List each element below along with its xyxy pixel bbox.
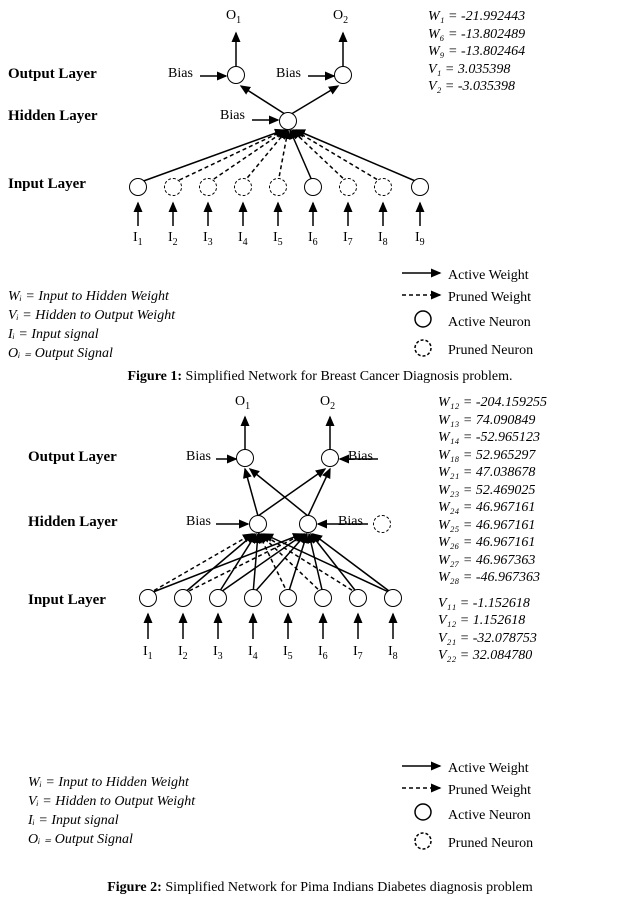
weights-list-2: W₁₂ = -204.159255 W₁₃ = 74.090849 W₁₄ = … <box>438 394 547 665</box>
weights-list-1: W₁ = -21.992443 W₆ = -13.802489 W₉ = -13… <box>428 8 525 96</box>
input-label: I4 <box>248 644 258 662</box>
legend-block: Active Weight Pruned Weight Active Neuro… <box>398 759 533 859</box>
figure-1: O1 O2 W₁ = -21.992443 W₆ = -13.802489 W₉… <box>8 8 632 388</box>
legend-block: Active Weight Pruned Weight Active Neuro… <box>398 266 533 366</box>
input-neuron <box>349 589 367 607</box>
input-neuron <box>129 178 147 196</box>
input-label: I9 <box>415 230 425 248</box>
input-label: I3 <box>203 230 213 248</box>
output-label-1: O1 <box>226 8 241 26</box>
input-neuron <box>209 589 227 607</box>
input-neuron <box>314 589 332 607</box>
bias-label: Bias <box>186 449 211 465</box>
legend-label: Active Neuron <box>448 313 531 333</box>
input-layer-label: Input Layer <box>28 592 106 609</box>
input-neuron-pruned <box>164 178 182 196</box>
input-label: I3 <box>213 644 223 662</box>
input-label: I7 <box>353 644 363 662</box>
output-label-2: O2 <box>320 394 335 412</box>
input-label: I2 <box>168 230 178 248</box>
input-neuron <box>411 178 429 196</box>
input-label: I5 <box>273 230 283 248</box>
circle-dashed-icon <box>398 338 448 365</box>
input-neuron <box>304 178 322 196</box>
input-layer-label: Input Layer <box>8 176 86 193</box>
legend-label: Active Weight <box>448 759 529 779</box>
legend-label: Pruned Weight <box>448 288 531 308</box>
input-label: I4 <box>238 230 248 248</box>
hidden-neuron <box>279 112 297 130</box>
arrow-solid-icon <box>398 759 448 779</box>
bias-label: Bias <box>186 514 211 530</box>
output-layer-label: Output Layer <box>28 449 117 466</box>
output-neuron <box>227 66 245 84</box>
input-neuron <box>244 589 262 607</box>
network-svg-1 <box>8 8 632 268</box>
notation-block: Wᵢ = Input to Hidden Weight Vᵢ = Hidden … <box>8 288 175 364</box>
hidden-neuron <box>299 515 317 533</box>
bias-label: Bias <box>276 66 301 82</box>
legend-label: Pruned Neuron <box>448 834 533 854</box>
output-neuron <box>236 449 254 467</box>
arrow-dashed-icon <box>398 288 448 308</box>
hidden-neuron <box>249 515 267 533</box>
circle-solid-icon <box>398 309 448 336</box>
hidden-layer-label: Hidden Layer <box>8 108 98 125</box>
input-label: I1 <box>143 644 153 662</box>
figure-1-caption: Figure 1: Simplified Network for Breast … <box>8 369 632 385</box>
bias-label: Bias <box>338 514 363 530</box>
output-neuron <box>334 66 352 84</box>
input-neuron <box>139 589 157 607</box>
figure-2-caption: Figure 2: Simplified Network for Pima In… <box>8 880 632 896</box>
arrow-solid-icon <box>398 266 448 286</box>
input-neuron-pruned <box>234 178 252 196</box>
output-label-2: O2 <box>333 8 348 26</box>
hidden-neuron-pruned <box>373 515 391 533</box>
input-neuron-pruned <box>199 178 217 196</box>
input-neuron <box>174 589 192 607</box>
input-neuron-pruned <box>374 178 392 196</box>
legend-label: Pruned Neuron <box>448 341 533 361</box>
bias-label: Bias <box>348 449 373 465</box>
legend-label: Active Neuron <box>448 806 531 826</box>
figure-2: O1 O2 W₁₂ = -204.159255 W₁₃ = 74.090849 … <box>8 394 632 904</box>
bias-label: Bias <box>168 66 193 82</box>
input-label: I6 <box>318 644 328 662</box>
input-neuron <box>384 589 402 607</box>
arrow-dashed-icon <box>398 781 448 801</box>
circle-solid-icon <box>398 802 448 829</box>
input-label: I6 <box>308 230 318 248</box>
input-neuron <box>279 589 297 607</box>
input-label: I5 <box>283 644 293 662</box>
circle-dashed-icon <box>398 831 448 858</box>
input-label: I2 <box>178 644 188 662</box>
hidden-layer-label: Hidden Layer <box>28 514 118 531</box>
output-label-1: O1 <box>235 394 250 412</box>
input-label: I8 <box>378 230 388 248</box>
input-label: I7 <box>343 230 353 248</box>
output-neuron <box>321 449 339 467</box>
input-label: I1 <box>133 230 143 248</box>
legend-label: Pruned Weight <box>448 781 531 801</box>
input-neuron-pruned <box>269 178 287 196</box>
notation-block: Wᵢ = Input to Hidden Weight Vᵢ = Hidden … <box>28 774 195 850</box>
bias-label: Bias <box>220 108 245 124</box>
input-label: I8 <box>388 644 398 662</box>
input-neuron-pruned <box>339 178 357 196</box>
output-layer-label: Output Layer <box>8 66 97 83</box>
legend-label: Active Weight <box>448 266 529 286</box>
